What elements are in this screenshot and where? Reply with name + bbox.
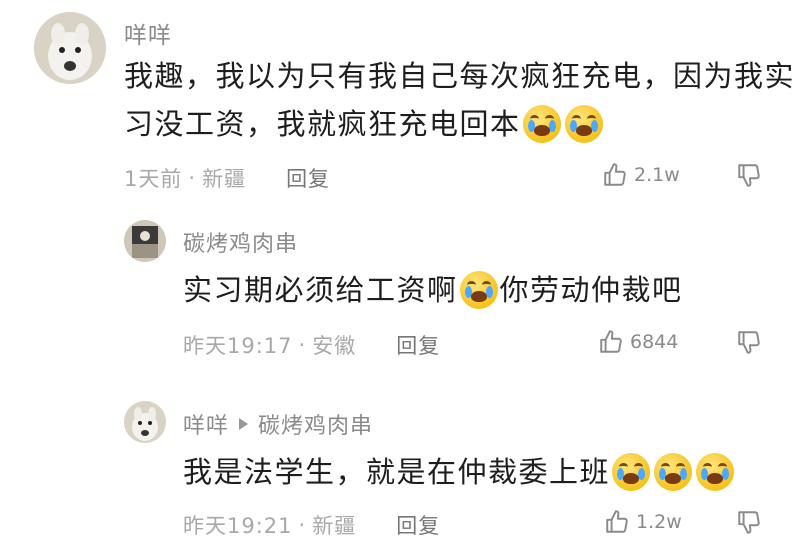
like-button[interactable]: 6844 [598,329,678,355]
like-count: 1.2w [636,511,682,533]
reply-button[interactable]: 回复 [286,163,330,193]
avatar[interactable] [124,220,166,262]
username[interactable]: 咩咩 [183,408,229,440]
comment-text: 实习期必须给工资啊 你劳动仲裁吧 [183,266,773,314]
separator: · [298,513,307,537]
triangle-right-icon [239,418,249,430]
reply-button[interactable]: 回复 [396,330,440,360]
reply-header: 咩咩 碳烤鸡肉串 [183,408,373,440]
location: 安徽 [312,334,357,358]
username[interactable]: 碳烤鸡肉串 [183,226,298,258]
comment-text-part: 我是法学生，就是在仲裁委上班 [183,455,611,489]
reply-to-username[interactable]: 碳烤鸡肉串 [258,408,373,440]
dislike-button[interactable] [736,162,762,188]
crying-emoji-icon [564,105,603,143]
alpaca-avatar-image [34,12,106,84]
crying-emoji-icon [654,453,693,491]
like-count: 2.1w [634,164,680,186]
avatar-image [124,220,166,262]
separator: · [188,166,197,190]
crying-emoji-icon [522,105,561,143]
thumbs-up-icon [598,329,624,355]
comment-text-line: 我趣，我以为只有我自己每次疯狂充电，因为我实 [124,59,796,93]
comment-text: 我趣，我以为只有我自己每次疯狂充电，因为我实 习没工资，我就疯狂充电回本 [124,52,794,148]
username[interactable]: 咩咩 [124,16,172,50]
avatar[interactable] [34,12,106,84]
thumbs-down-icon [736,329,762,355]
thumbs-down-icon [736,509,762,535]
crying-emoji-icon [459,271,498,309]
location: 新疆 [202,167,247,191]
like-button[interactable]: 1.2w [604,509,682,535]
separator: · [298,333,307,357]
comment-text-part: 你劳动仲裁吧 [499,273,683,307]
like-count: 6844 [630,331,679,353]
timestamp: 1天前 [124,167,183,191]
alpaca-avatar-image [124,401,166,443]
comment-text-line: 习没工资，我就疯狂充电回本 [124,107,521,141]
crying-emoji-icon [612,453,651,491]
comment-text-part: 实习期必须给工资啊 [183,273,458,307]
thumbs-up-icon [602,162,628,188]
comment-meta: 昨天19:17 · 安徽 回复 [183,330,440,360]
dislike-button[interactable] [736,329,762,355]
like-button[interactable]: 2.1w [602,162,680,188]
comment-meta: 1天前 · 新疆 回复 [124,163,330,193]
thumbs-up-icon [604,509,630,535]
timestamp: 昨天19:17 [183,334,293,358]
crying-emoji-icon [696,453,735,491]
avatar[interactable] [124,401,166,443]
comment-text: 我是法学生，就是在仲裁委上班 [183,448,783,496]
thumbs-down-icon [736,162,762,188]
dislike-button[interactable] [736,509,762,535]
